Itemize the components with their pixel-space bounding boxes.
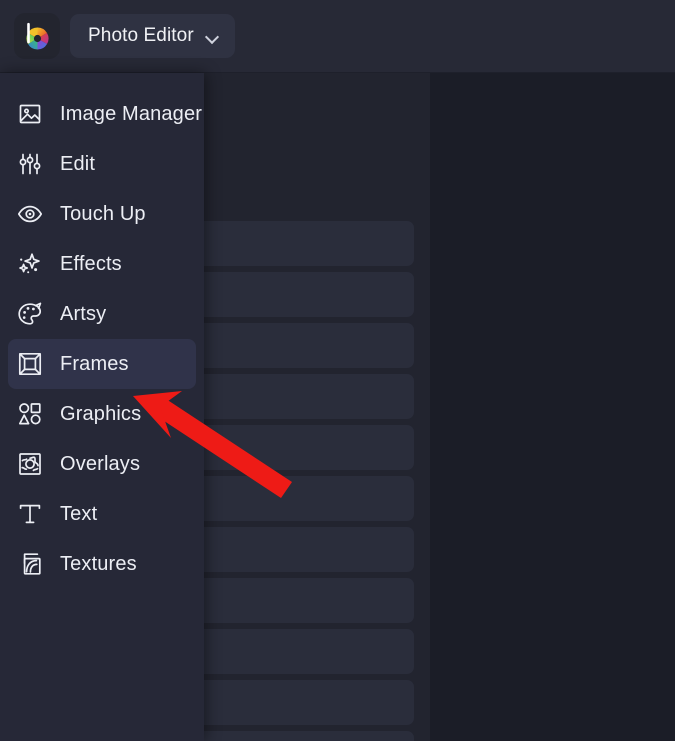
- shapes-icon: [16, 400, 44, 428]
- palette-icon: [16, 300, 44, 328]
- menu-item-textures[interactable]: Textures: [8, 539, 196, 589]
- app-switcher-button[interactable]: Photo Editor: [70, 14, 235, 58]
- menu-item-text[interactable]: Text: [8, 489, 196, 539]
- menu-item-edit[interactable]: Edit: [8, 139, 196, 189]
- menu-item-label: Touch Up: [60, 202, 146, 225]
- canvas-workspace[interactable]: [430, 73, 675, 741]
- top-bar: Photo Editor: [0, 0, 675, 73]
- menu-item-label: Effects: [60, 252, 122, 275]
- menu-item-label: Edit: [60, 152, 96, 175]
- befunky-logo-icon: [26, 22, 49, 50]
- eye-icon: [16, 200, 44, 228]
- menu-item-image-manager[interactable]: Image Manager: [8, 89, 202, 139]
- frame-icon: [16, 350, 44, 378]
- textures-icon: [16, 550, 44, 578]
- sliders-icon: [16, 150, 44, 178]
- panel-scrollbar-track[interactable]: [412, 213, 424, 741]
- photo-editor-window: edhadowtiveecoentrawn: [0, 0, 675, 741]
- menu-item-label: Image Manager: [60, 102, 203, 125]
- sparkles-icon: [16, 250, 44, 278]
- app-switcher-label: Photo Editor: [88, 25, 194, 46]
- overlays-icon: [16, 450, 44, 478]
- menu-item-artsy[interactable]: Artsy: [8, 289, 196, 339]
- menu-item-label: Text: [60, 502, 98, 525]
- chevron-down-icon: [206, 32, 219, 40]
- menu-item-label: Graphics: [60, 402, 142, 425]
- menu-item-label: Frames: [60, 352, 129, 375]
- main-tools-menu: Image Manager Edit Touch Up Effects Artsy Fra…: [0, 73, 204, 741]
- befunky-logo-button[interactable]: [14, 13, 60, 59]
- text-t-icon: [16, 500, 44, 528]
- menu-item-overlays[interactable]: Overlays: [8, 439, 196, 489]
- menu-item-label: Overlays: [60, 452, 141, 475]
- menu-item-frames[interactable]: Frames: [8, 339, 196, 389]
- befunky-logo: [22, 21, 52, 51]
- menu-item-label: Artsy: [60, 302, 107, 325]
- menu-item-effects[interactable]: Effects: [8, 239, 196, 289]
- menu-item-touch-up[interactable]: Touch Up: [8, 189, 196, 239]
- image-icon: [16, 100, 44, 128]
- menu-item-label: Textures: [60, 552, 137, 575]
- menu-item-graphics[interactable]: Graphics: [8, 389, 196, 439]
